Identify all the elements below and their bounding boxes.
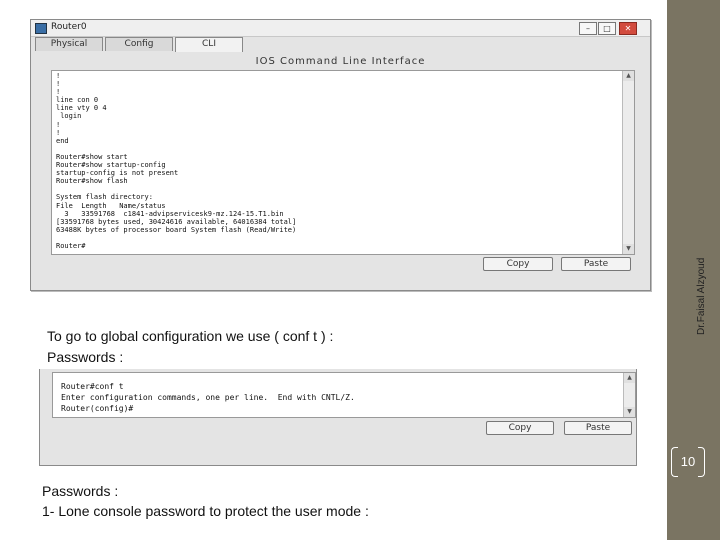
bracket-left bbox=[671, 447, 678, 477]
close-button[interactable]: ✕ bbox=[619, 22, 637, 35]
console-line: ! bbox=[56, 88, 61, 97]
console-line: line con 0 bbox=[56, 96, 99, 105]
console-line: startup-config is not present bbox=[56, 169, 179, 178]
window-title: Router0 bbox=[51, 22, 87, 32]
console-line: ! bbox=[56, 120, 61, 129]
console-line: line vty 0 4 bbox=[56, 104, 107, 113]
console-line: end bbox=[56, 136, 69, 145]
scroll-up-icon[interactable]: ▲ bbox=[623, 71, 634, 81]
bracket-right bbox=[698, 447, 705, 477]
cli-heading: IOS Command Line Interface bbox=[255, 56, 426, 67]
console-line: Router#show flash bbox=[56, 177, 128, 186]
console-line: login bbox=[56, 112, 82, 121]
console-line: Router#show start bbox=[56, 152, 128, 161]
console-line: Router(config)# bbox=[61, 404, 134, 413]
console-output-excerpt: Router#conf t Enter configuration command… bbox=[61, 381, 355, 414]
scroll-up-icon[interactable]: ▲ bbox=[624, 373, 635, 383]
scroll-down-icon[interactable]: ▼ bbox=[623, 244, 634, 254]
text-line-1: To go to global configuration we use ( c… bbox=[47, 328, 334, 344]
console-scrollbar-excerpt[interactable]: ▲ ▼ bbox=[623, 373, 635, 417]
console-output: !!! line con 0 line vty 0 4 login!! end Rou… bbox=[56, 72, 296, 250]
console-line: Router#conf t bbox=[61, 382, 124, 391]
text-line-2: Passwords : bbox=[47, 349, 124, 365]
console-line: System flash directory: bbox=[56, 193, 153, 202]
bottom-line-2: 1- Lone console password to protect the … bbox=[42, 503, 369, 519]
bottom-text: Passwords : 1- Lone console password to … bbox=[42, 481, 369, 521]
scroll-down-icon[interactable]: ▼ bbox=[624, 407, 635, 417]
bottom-line-1: Passwords : bbox=[42, 483, 119, 499]
minimize-button[interactable]: – bbox=[579, 22, 597, 35]
router-window: Router0 – □ ✕ Physical Config CLI IOS Co… bbox=[30, 19, 651, 291]
cli-console-excerpt[interactable]: Router#conf t Enter configuration command… bbox=[52, 372, 636, 418]
copy-button[interactable]: Copy bbox=[483, 257, 553, 271]
router-app-icon bbox=[35, 23, 47, 34]
router-window-excerpt: Router#conf t Enter configuration command… bbox=[39, 369, 637, 466]
console-line: 63488K bytes of processor board System f… bbox=[56, 225, 297, 234]
paste-button[interactable]: Paste bbox=[561, 257, 631, 271]
console-line: Router#show startup-config bbox=[56, 161, 166, 170]
cli-console[interactable]: !!! line con 0 line vty 0 4 login!! end Rou… bbox=[51, 70, 635, 255]
copy-button[interactable]: Copy bbox=[486, 421, 554, 435]
console-line: File Length Name/status bbox=[56, 201, 166, 210]
console-line: ! bbox=[56, 80, 61, 89]
page-number: 10 bbox=[671, 447, 705, 477]
console-line: 3 33591768 c1841-advipservicesk9-mz.124-… bbox=[56, 209, 284, 218]
page-number-text: 10 bbox=[680, 454, 696, 469]
slide-text: To go to global configuration we use ( c… bbox=[47, 326, 333, 368]
tab-cli[interactable]: CLI bbox=[175, 37, 243, 52]
console-line: Router# bbox=[56, 241, 86, 250]
tab-physical[interactable]: Physical bbox=[35, 37, 103, 51]
author-label: Dr.Faisal Alzyoud bbox=[696, 257, 707, 335]
paste-button[interactable]: Paste bbox=[564, 421, 632, 435]
console-scrollbar[interactable]: ▲ ▼ bbox=[622, 71, 634, 254]
maximize-button[interactable]: □ bbox=[598, 22, 616, 35]
console-line: [33591768 bytes used, 30424616 available… bbox=[56, 217, 297, 226]
console-line: ! bbox=[56, 128, 61, 137]
console-line: ! bbox=[56, 72, 61, 80]
console-line: Enter configuration commands, one per li… bbox=[61, 393, 355, 402]
tab-config[interactable]: Config bbox=[105, 37, 173, 51]
title-bar: Router0 – □ ✕ bbox=[31, 20, 650, 37]
